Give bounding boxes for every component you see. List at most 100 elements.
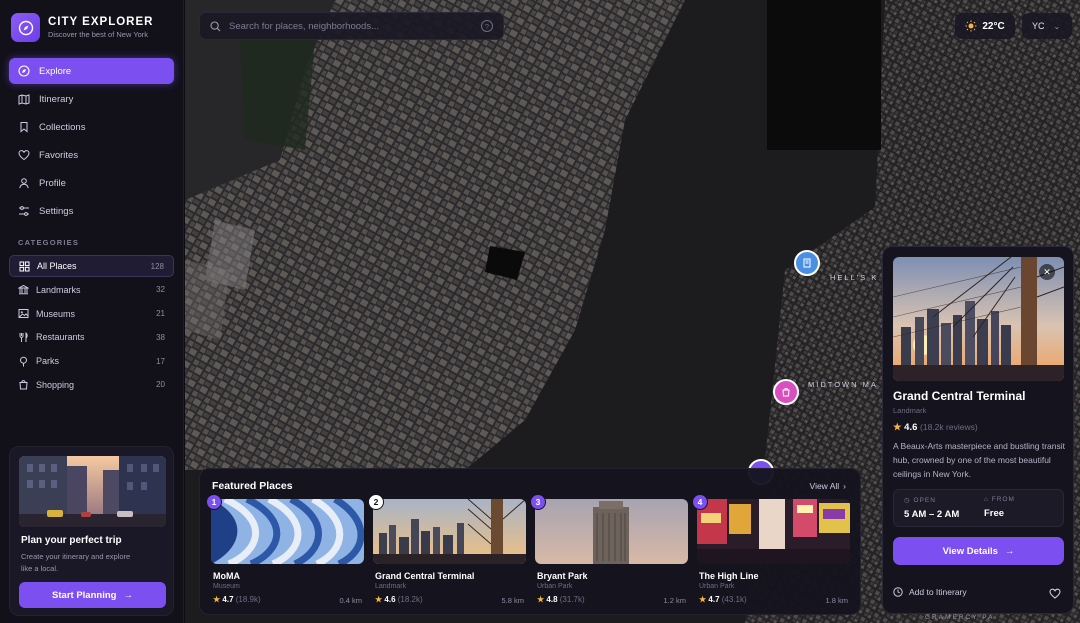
nav-item-favorites[interactable]: Favorites [9,142,174,168]
place-name: The High Line [699,571,759,581]
star-icon: ★ [537,595,545,604]
nav-label: Settings [39,205,74,217]
category-label: Museums [36,308,76,319]
open-hours: ◷ OPEN 5 AM – 2 AM [904,496,959,520]
rating-value: 4.7 [708,595,720,604]
view-all-link[interactable]: View All › [810,481,846,491]
rating-value: 4.6 [384,595,396,604]
detail-title: Grand Central Terminal [893,389,1026,403]
place-category: Museum [213,583,240,590]
plan-trip-card: Plan your perfect trip Create your itine… [9,446,174,616]
nav-item-collections[interactable]: Collections [9,114,174,140]
start-planning-button[interactable]: Start Planning → [19,582,166,608]
favorite-button[interactable] [1049,586,1061,604]
featured-title: Featured Places [212,480,293,492]
category-parks[interactable]: Parks 17 [9,350,174,372]
from-value: Free [984,508,1005,519]
category-count: 38 [156,332,165,342]
grid-icon [19,261,30,271]
tree-icon [20,356,27,367]
nav-item-profile[interactable]: Profile [9,170,174,196]
category-all-places[interactable]: All Places 128 [9,255,174,277]
sliders-icon [19,206,29,216]
categories-heading: CATEGORIES [18,238,80,247]
rank-badge: 3 [530,494,546,510]
place-distance: 5.8 km [501,596,524,605]
help-icon[interactable]: ? [481,20,493,32]
category-museums[interactable]: Museums 21 [9,303,174,325]
category-restaurants[interactable]: Restaurants 38 [9,326,174,348]
shopping-bag-icon [782,388,790,397]
button-label: Start Planning [52,589,117,601]
tag-icon: ⌂ [984,496,989,503]
map-pin-shopping[interactable] [773,379,799,405]
featured-card-moma[interactable]: 1 MoMA Museum ★ 4.7 (18.9k) 0.4 km [206,494,364,609]
arrow-right-icon: → [123,589,133,601]
open-label: OPEN [913,497,936,504]
nav-label: Favorites [39,149,79,161]
nav-label: Explore [39,65,72,77]
rank-badge: 1 [206,494,222,510]
nav-item-explore[interactable]: Explore [9,58,174,84]
place-name: Grand Central Terminal [375,571,475,581]
close-button[interactable]: ✕ [1039,264,1055,280]
rank-badge: 2 [368,494,384,510]
sun-icon [965,20,977,32]
brand[interactable]: CITY EXPLORER Discover the best of New Y… [11,13,153,42]
star-icon: ★ [375,595,383,604]
view-all-label: View All [809,481,840,491]
place-category: Urban Park [699,583,735,590]
place-name: Bryant Park [537,571,588,581]
moma-photo [211,499,364,564]
high-line-photo [697,499,850,564]
featured-places-panel: Featured Places View All › 1 MoMA Museum … [199,468,861,615]
rank-badge: 4 [692,494,708,510]
brand-title: CITY EXPLORER [48,16,154,28]
search-input[interactable]: Search for places, neighborhoods... [229,21,379,32]
place-category: Urban Park [537,583,573,590]
map-icon [18,94,30,105]
weather-widget[interactable]: 22°C [955,13,1015,39]
search-bar[interactable]: Search for places, neighborhoods... ? [199,12,504,40]
from-label: FROM [991,496,1015,503]
map-label-hells-kitchen: HELL'S K [830,273,879,282]
building-icon [803,258,811,268]
detail-info-box: ◷ OPEN 5 AM – 2 AM ⌂ FROM Free [893,489,1064,527]
nav-item-itinerary[interactable]: Itinerary [9,86,174,112]
button-label: View Details [942,545,998,557]
star-icon: ★ [893,422,902,433]
category-shopping[interactable]: Shopping 20 [9,374,174,396]
map-pin-landmark[interactable] [794,250,820,276]
map-label-gramercy: GRAMERCY PA [925,614,995,621]
add-to-itinerary-link[interactable]: Add to Itinerary [893,587,967,597]
brand-subtitle: Discover the best of New York [48,30,149,39]
close-icon: ✕ [1043,266,1051,277]
place-rating: ★ 4.6 (18.2k) [375,595,423,604]
view-details-button[interactable]: View Details → [893,537,1064,565]
category-landmarks[interactable]: Landmarks 32 [9,279,174,301]
featured-card-grand-central[interactable]: 2 Grand Central Terminal Landmark ★ 4.6 … [368,494,526,609]
featured-card-high-line[interactable]: 4 The High Line Urban Park ★ 4.7 (43.1k)… [692,494,850,609]
place-detail-panel: ✕ Grand Central Terminal Landmark ★ 4.6 … [882,246,1074,614]
category-label: Restaurants [36,332,85,343]
user-menu[interactable]: YC ⌄ [1022,13,1072,39]
grand-central-hero-photo [893,257,1064,381]
search-icon [210,20,221,31]
street-photo [19,456,166,527]
price-from: ⌂ FROM Free [984,496,1015,519]
review-count: (18.2k) [397,595,423,604]
category-label: All Places [37,261,77,271]
review-count: (43.1k) [721,595,747,604]
detail-rating: ★ 4.6 (18.2k reviews) [893,422,978,433]
featured-card-bryant-park[interactable]: 3 Bryant Park Urban Park ★ 4.8 (31.7k) 1… [530,494,688,609]
clock-icon [893,587,903,597]
place-rating: ★ 4.7 (18.9k) [213,595,261,604]
review-count: (31.7k) [559,595,585,604]
heart-icon [1049,588,1061,599]
nav-item-settings[interactable]: Settings [9,198,174,224]
landmark-icon [18,285,29,295]
nav-label: Profile [39,177,66,189]
plan-description: Create your itinerary and explore like a… [21,552,131,573]
main-nav: Explore Itinerary Collections Favorites … [9,58,174,226]
map-label-midtown: MIDTOWN MA [808,380,878,389]
